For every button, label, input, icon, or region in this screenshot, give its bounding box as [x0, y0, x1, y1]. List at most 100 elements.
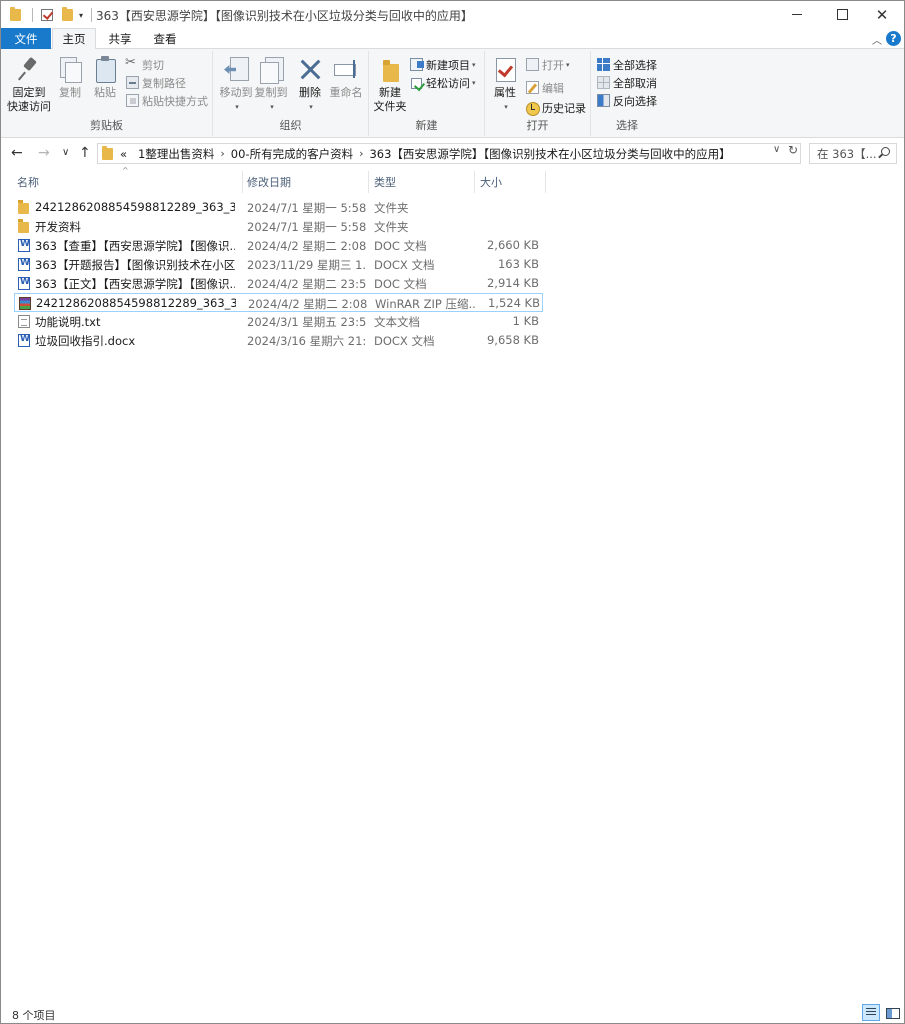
tab-home[interactable]: 主页 — [52, 28, 96, 50]
search-placeholder: 在 363【... — [817, 146, 877, 161]
breadcrumb-item[interactable]: 363【西安思源学院】【图像识别技术在小区垃圾分类与回收中的应用】 — [369, 146, 730, 162]
copy-to-icon — [257, 55, 285, 84]
edit-button[interactable]: 编辑 — [526, 79, 564, 96]
column-divider[interactable] — [545, 171, 546, 193]
breadcrumb-item[interactable]: 1整理出售资料 — [138, 146, 214, 162]
open-button[interactable]: 打开 ▾ — [526, 56, 570, 73]
tab-share[interactable]: 共享 — [99, 28, 141, 49]
file-row[interactable]: 开发资料 2024/7/1 星期一 5:58 文件夹 — [14, 217, 543, 236]
copy-button[interactable]: 复制 — [55, 55, 85, 100]
file-row[interactable]: 功能说明.txt 2024/3/1 星期五 23:52 文本文档 1 KB — [14, 312, 543, 331]
file-type: DOC 文档 — [374, 277, 427, 291]
close-button[interactable]: ✕ — [859, 1, 905, 28]
file-name: 功能说明.txt — [35, 315, 101, 329]
title-bar: ▾ 363【西安思源学院】【图像识别技术在小区垃圾分类与回收中的应用】 ✕ — [1, 1, 904, 28]
column-divider[interactable] — [368, 171, 369, 193]
file-size: 163 KB — [497, 257, 539, 271]
file-row[interactable]: 24212862088545988122​89_363_363... 2024/7… — [14, 198, 543, 217]
edit-label: 编辑 — [542, 81, 564, 95]
paste-icon — [91, 55, 119, 83]
properties-check-icon[interactable] — [41, 9, 53, 21]
file-name: 开发资料 — [35, 220, 81, 234]
word-doc-icon — [18, 334, 30, 347]
column-header-size[interactable]: 大小 — [480, 171, 502, 193]
customize-quick-access-icon[interactable]: ▾ — [79, 11, 83, 20]
delete-label: 删除 — [299, 86, 321, 99]
file-row[interactable]: 363【开题报告】【图像识别技术在小区... 2023/11/29 星期三 1..… — [14, 255, 543, 274]
paste-label: 粘贴 — [94, 86, 116, 99]
pin-quick-access-button[interactable]: 固定到 快速访问 — [5, 55, 53, 114]
paste-shortcut-button[interactable]: 粘贴快捷方式 — [126, 92, 208, 109]
file-row[interactable]: 363【正文】【西安思源学院】【图像识... 2024/4/2 星期二 23:51… — [14, 274, 543, 293]
file-row[interactable]: 垃圾回收指引.docx 2024/3/16 星期六 21:... DOCX 文档 9,… — [14, 331, 543, 350]
recent-locations-button[interactable]: ∨ — [62, 147, 69, 158]
folder-icon — [18, 219, 29, 233]
open-icon — [526, 58, 539, 71]
file-name: 363【正文】【西安思源学院】【图像识... — [35, 277, 235, 291]
new-folder-label-line2: 文件夹 — [373, 100, 407, 113]
column-header-name[interactable]: 名称 — [17, 171, 39, 193]
move-to-icon — [222, 55, 250, 83]
rename-button[interactable]: 重命名 — [327, 55, 365, 100]
search-icon[interactable] — [881, 147, 890, 156]
address-dropdown-icon[interactable]: ∨ — [773, 144, 780, 155]
file-type: 文件夹 — [374, 201, 409, 215]
invert-selection-label: 反向选择 — [613, 94, 657, 108]
minimize-button[interactable] — [774, 1, 820, 28]
word-doc-icon — [18, 239, 30, 252]
new-item-icon — [410, 58, 424, 71]
breadcrumb-overflow[interactable]: « — [120, 147, 127, 161]
file-type: 文本文档 — [374, 315, 420, 329]
help-icon[interactable]: ? — [886, 31, 901, 46]
easy-access-label: 轻松访问 — [426, 76, 470, 90]
properties-button[interactable]: 属性 ▾ — [489, 55, 521, 114]
select-all-icon — [597, 58, 610, 71]
file-type: DOCX 文档 — [374, 334, 435, 348]
file-row[interactable]: 24212862088545988122​89_363_363... 2024/4… — [14, 293, 543, 312]
file-row[interactable]: 363【查重】【西安思源学院】【图像识... 2024/4/2 星期二 2:08 D… — [14, 236, 543, 255]
new-item-button[interactable]: 新建项目 ▾ — [410, 56, 476, 73]
back-button[interactable]: ← — [11, 145, 23, 161]
search-box[interactable]: 在 363【... — [809, 143, 897, 164]
invert-selection-button[interactable]: 反向选择 — [597, 92, 657, 109]
copy-to-button[interactable]: 复制到 ▾ — [252, 55, 290, 114]
ribbon-tabs: 文件 主页 共享 查看 ︿ ? — [1, 28, 904, 50]
breadcrumb-separator[interactable]: › — [220, 147, 224, 160]
move-to-button[interactable]: 移动到 ▾ — [217, 55, 255, 114]
refresh-icon[interactable]: ↻ — [788, 143, 798, 157]
select-none-icon — [597, 76, 610, 89]
select-all-button[interactable]: 全部选择 — [597, 56, 657, 73]
new-folder-button[interactable]: 新建 文件夹 — [372, 55, 408, 114]
rename-icon — [332, 55, 360, 83]
paste-button[interactable]: 粘贴 — [90, 55, 120, 100]
open-group: 属性 ▾ 打开 ▾ 编辑 历史记录 打开 — [485, 51, 591, 136]
delete-button[interactable]: 删除 ▾ — [295, 55, 325, 114]
column-divider[interactable] — [242, 171, 243, 193]
organize-group: 移动到 ▾ 复制到 ▾ 删除 ▾ 重命名 组织 — [213, 51, 369, 136]
history-button[interactable]: 历史记录 — [526, 99, 586, 116]
copy-to-label: 复制到 — [254, 86, 288, 99]
new-folder-icon[interactable] — [62, 7, 73, 21]
cut-button[interactable]: 剪切 — [125, 55, 164, 73]
breadcrumb-item[interactable]: 00-所有完成的客户资料 — [231, 146, 353, 162]
address-bar[interactable]: « 1整理出售资料 › 00-所有完成的客户资料 › 363【西安思源学院】【图… — [97, 143, 801, 164]
chevron-down-icon: ▾ — [235, 103, 239, 111]
column-header-type[interactable]: 类型 — [374, 171, 396, 193]
column-header-date[interactable]: 修改日期 — [247, 171, 291, 193]
copy-path-button[interactable]: 复制路径 — [126, 74, 186, 91]
column-divider[interactable] — [474, 171, 475, 193]
collapse-ribbon-icon[interactable]: ︿ — [872, 32, 882, 47]
word-doc-icon — [18, 277, 30, 290]
file-date: 2024/4/2 星期二 2:08 — [247, 239, 367, 253]
breadcrumb-separator[interactable]: › — [359, 147, 363, 160]
tab-file[interactable]: 文件 — [1, 28, 51, 49]
large-icons-view-icon[interactable] — [883, 1004, 901, 1021]
new-item-label: 新建项目 — [426, 58, 470, 72]
file-name: 24212862088545988122​89_363_363... — [36, 296, 236, 310]
forward-button[interactable]: → — [38, 145, 50, 161]
easy-access-button[interactable]: 轻松访问 ▾ — [410, 74, 476, 91]
details-view-icon[interactable] — [862, 1004, 880, 1021]
up-button[interactable]: ↑ — [79, 145, 91, 161]
tab-view[interactable]: 查看 — [143, 28, 187, 49]
select-none-button[interactable]: 全部取消 — [597, 74, 657, 91]
